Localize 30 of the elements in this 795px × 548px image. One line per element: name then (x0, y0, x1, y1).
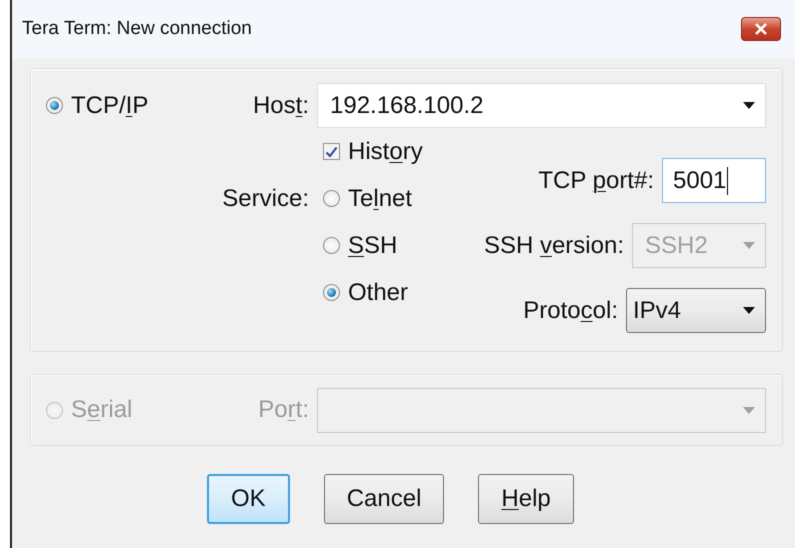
radio-button[interactable] (323, 190, 340, 207)
tcpip-label: TCP/IP (71, 90, 148, 120)
dialog-button[interactable]: Help (478, 474, 574, 524)
protocol-label: Protocol: (523, 296, 618, 326)
history-checkbox[interactable] (323, 143, 340, 160)
close-icon (754, 23, 768, 35)
radio-button[interactable] (323, 237, 340, 254)
close-button[interactable] (741, 17, 781, 41)
port-label: Port: (258, 395, 309, 425)
service-option-label: Other (348, 278, 408, 308)
serial-label: Serial (71, 395, 132, 425)
radio-button[interactable] (323, 284, 340, 301)
radio-button[interactable] (46, 97, 63, 114)
history-label: History (348, 136, 423, 166)
ssh-version-label: SSH version: (484, 230, 624, 260)
host-label: Host: (252, 90, 309, 120)
host-combo[interactable]: 192.168.100.2 (317, 83, 766, 128)
service-option-label: Telnet (348, 184, 412, 214)
dialog-button[interactable]: Cancel (324, 474, 444, 524)
dropdown-arrow-icon (743, 307, 755, 314)
tcp-port-field[interactable]: 5001 (662, 158, 766, 203)
protocol-combo[interactable]: IPv4 (626, 288, 766, 333)
dropdown-arrow-icon (743, 102, 755, 109)
dialog-button[interactable]: OK (207, 474, 290, 524)
dropdown-arrow-icon (743, 242, 755, 249)
service-option-label: SSH (348, 230, 398, 260)
service-label: Service: (222, 184, 309, 214)
dropdown-arrow-icon (743, 406, 755, 414)
window-title: Tera Term: New connection (22, 16, 252, 41)
tcp-port-label: TCP port#: (538, 166, 654, 196)
